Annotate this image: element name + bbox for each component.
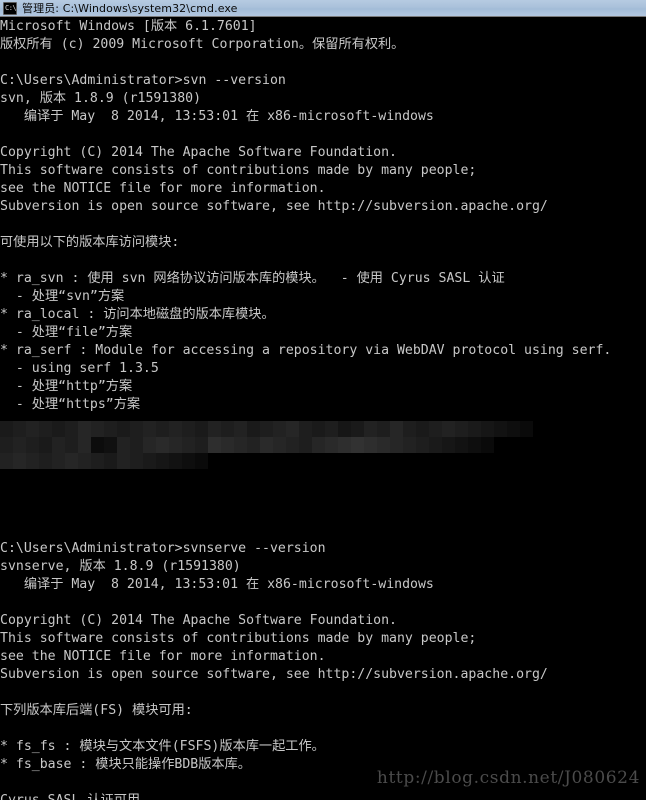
console-line: - 处理“svn”方案 bbox=[0, 289, 125, 304]
console-line: Copyright (C) 2014 The Apache Software F… bbox=[0, 145, 397, 160]
console-line: Cyrus SASL 认证可用。 bbox=[0, 792, 646, 800]
window-title-text: 管理员: C:\Windows\system32\cmd.exe bbox=[22, 1, 238, 15]
console-line: * fs_fs : 模块与文本文件(FSFS)版本库一起工作。 bbox=[0, 739, 325, 754]
console-line: C:\Users\Administrator>svn --version bbox=[0, 73, 286, 88]
console-line: - 处理“http”方案 bbox=[0, 379, 133, 394]
console-line: Microsoft Windows [版本 6.1.7601] bbox=[0, 19, 257, 34]
console-line: This software consists of contributions … bbox=[0, 631, 477, 646]
console-line: C:\Users\Administrator>svnserve --versio… bbox=[0, 541, 326, 556]
window-title-bar[interactable]: C:\ 管理员: C:\Windows\system32\cmd.exe bbox=[0, 0, 646, 17]
console-line: - 处理“https”方案 bbox=[0, 397, 141, 412]
console-line: * ra_svn : 使用 svn 网络协议访问版本库的模块。 - 使用 Cyr… bbox=[0, 271, 505, 286]
console-line: * ra_serf : Module for accessing a repos… bbox=[0, 343, 612, 358]
console-line: see the NOTICE file for more information… bbox=[0, 181, 326, 196]
console-line: - 处理“file”方案 bbox=[0, 325, 133, 340]
console-line: svnserve, 版本 1.8.9 (r1591380) bbox=[0, 559, 241, 574]
console-line: svn, 版本 1.8.9 (r1591380) bbox=[0, 91, 202, 106]
cmd-console-icon: C:\ bbox=[3, 1, 17, 15]
console-line: 下列版本库后端(FS) 模块可用: bbox=[0, 703, 193, 718]
console-line: This software consists of contributions … bbox=[0, 163, 477, 178]
console-line: 编译于 May 8 2014, 13:53:01 在 x86-microsoft… bbox=[0, 577, 434, 592]
console-line: see the NOTICE file for more information… bbox=[0, 649, 326, 664]
console-line: - using serf 1.3.5 bbox=[0, 361, 159, 376]
console-line: Copyright (C) 2014 The Apache Software F… bbox=[0, 613, 397, 628]
console-text-buffer: Microsoft Windows [版本 6.1.7601] 版权所有 (c) … bbox=[0, 18, 646, 800]
console-line: Subversion is open source software, see … bbox=[0, 199, 548, 214]
console-output-area[interactable]: Microsoft Windows [版本 6.1.7601] 版权所有 (c) … bbox=[0, 17, 646, 800]
console-line: 编译于 May 8 2014, 13:53:01 在 x86-microsoft… bbox=[0, 109, 434, 124]
watermark-text: http://blog.csdn.net/J080624 bbox=[376, 768, 640, 788]
console-line: Subversion is open source software, see … bbox=[0, 667, 548, 682]
console-line: 版权所有 (c) 2009 Microsoft Corporation。保留所有… bbox=[0, 37, 405, 52]
cmd-window: C:\ 管理员: C:\Windows\system32\cmd.exe Mic… bbox=[0, 0, 646, 800]
console-line: 可使用以下的版本库访问模块: bbox=[0, 235, 180, 250]
console-line: * ra_local : 访问本地磁盘的版本库模块。 bbox=[0, 307, 275, 322]
cmd-icon-glyph: C:\ bbox=[5, 3, 17, 12]
